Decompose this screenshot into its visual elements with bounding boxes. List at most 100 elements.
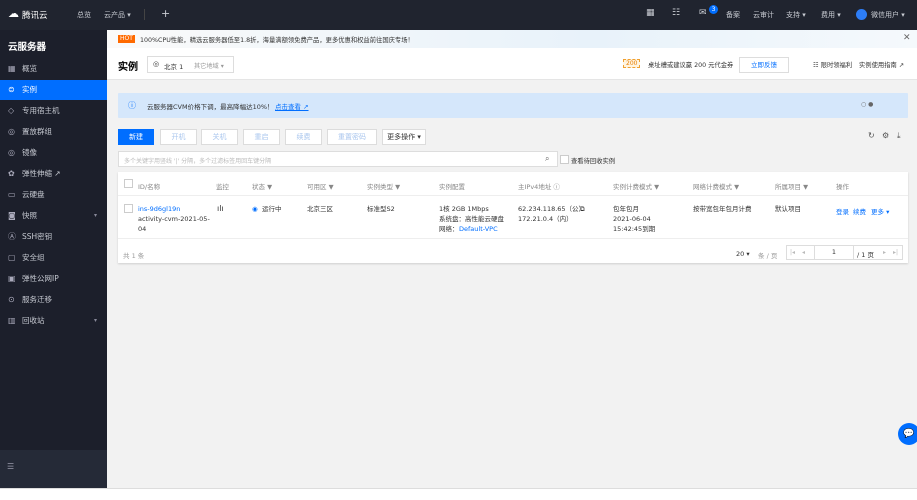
column-header[interactable]: 实例计费模式 ▼ [613, 181, 659, 191]
disk-icon: ▭ [8, 190, 16, 199]
benefit-label: 限时领福利 [820, 62, 853, 69]
search-icon[interactable]: ⌕ [545, 154, 549, 164]
chat-button[interactable]: 💬 [898, 423, 917, 445]
promo-text[interactable]: 100%CPU性能，精选云服务器低至1.8折，海量满额领免费产品，更多优惠和权益… [140, 35, 414, 44]
cloud-logo-icon[interactable]: ☁ [8, 7, 19, 20]
column-header[interactable]: 监控 [216, 181, 229, 191]
sidebar-item[interactable]: ◎ 镜像 [0, 143, 107, 163]
sidebar-item[interactable]: ▥ 回收站 ▾ [0, 311, 107, 331]
per-page-label: 条 / 页 [758, 252, 778, 260]
sidebar-item-label: 专用宿主机 [22, 106, 60, 115]
benefit-link[interactable]: ☷ 限时领福利 [813, 60, 852, 69]
stop-button[interactable]: 关机 [201, 129, 238, 145]
region-current: 北京 1 [164, 63, 184, 71]
logo[interactable]: 腾讯云 [22, 9, 48, 21]
guide-link[interactable]: 实例使用指南 ↗ [859, 60, 904, 69]
avatar[interactable] [856, 9, 867, 20]
nav-billing[interactable]: 费用 ▾ [821, 10, 841, 20]
new-button[interactable]: 新建 [118, 129, 154, 145]
renew-link[interactable]: 续费 [853, 207, 866, 217]
column-header[interactable]: 状态 ▼ [252, 181, 272, 191]
top-nav: ☁ 腾讯云 总览 云产品 ▾ + ▦ ☷ ✉ 3 备案 云审计 支持 ▾ 费用 … [0, 0, 917, 30]
sidebar-item-label: 回收站 [22, 316, 45, 325]
add-button[interactable]: + [161, 7, 170, 20]
sidebar-item[interactable]: ▭ 云硬盘 [0, 185, 107, 205]
select-all-checkbox[interactable] [124, 179, 133, 188]
vpc-link[interactable]: Default-VPC [459, 224, 498, 234]
sidebar-item[interactable]: ◙ 快照 ▾ [0, 206, 107, 226]
search-input[interactable]: 多个关键字用竖线 '|' 分隔，多个过滤标签用回车键分隔 ⌕ [118, 151, 558, 167]
ticket-icon[interactable]: ☷ [672, 8, 680, 18]
sidebar-item[interactable]: ◇ 专用宿主机 [0, 101, 107, 121]
refresh-icon[interactable]: ↻ [868, 131, 875, 140]
page-size-select[interactable]: 20 ▾ [736, 250, 750, 258]
nav-beian[interactable]: 备案 [726, 10, 740, 20]
column-header[interactable]: 主IPv4地址 ⓘ [518, 181, 560, 191]
message-badge: 3 [709, 5, 718, 14]
instance-id[interactable]: ins-9d6gl19n [138, 204, 180, 214]
table-row: ins-9d6gl19n activity-cvm-2021-05-04 ılı… [118, 196, 908, 239]
sidebar-item-label: 置放群组 [22, 127, 52, 136]
feedback-button[interactable]: 立即反馈 [739, 57, 789, 73]
last-page-button[interactable]: ▸| [893, 249, 898, 256]
more-link[interactable]: 更多 ▾ [871, 207, 889, 217]
sidebar-item[interactable]: ⊜ 实例 [0, 80, 107, 100]
start-button[interactable]: 开机 [160, 129, 197, 145]
collapse-sidebar-icon[interactable]: ☰ [7, 462, 14, 471]
carousel-dots[interactable]: ○ ● [861, 101, 873, 108]
sidebar-item[interactable]: ▣ 弹性公网IP [0, 269, 107, 289]
sidebar-item[interactable]: ▢ 安全组 [0, 248, 107, 268]
mail-icon[interactable]: ✉ [699, 8, 707, 18]
gear-icon[interactable]: ⚙ [882, 131, 889, 140]
restart-button[interactable]: 重启 [243, 129, 280, 145]
login-link[interactable]: 登录 [836, 207, 849, 217]
column-header[interactable]: 所属项目 ▼ [775, 181, 808, 191]
column-header[interactable]: ID/名称 [138, 181, 160, 191]
renew-button[interactable]: 续费 [285, 129, 322, 145]
expire-date: 2021-06-04 [613, 215, 651, 223]
coupon-text: 桌址槽或建议赢 200 元代金券 [648, 62, 734, 69]
column-header[interactable]: 实例类型 ▼ [367, 181, 400, 191]
reset-password-button[interactable]: 重置密码 [327, 129, 377, 145]
promo-banner: HOT 100%CPU性能，精选云服务器低至1.8折，海量满额领免费产品，更多优… [107, 30, 917, 48]
expire-time: 15:42:45到期 [613, 225, 656, 233]
close-icon[interactable]: ✕ [903, 33, 911, 43]
chevron-down-icon[interactable]: ▾ [94, 311, 97, 331]
notice-text: 云服务器CVM价格下调，最高降幅达10%！ [147, 103, 274, 111]
nav-support[interactable]: 支持 ▾ [786, 10, 806, 20]
column-header[interactable]: 网络计费模式 ▼ [693, 181, 739, 191]
sidebar-item[interactable]: Ⓐ SSH密钥 [0, 227, 107, 247]
sidebar-item[interactable]: ✿ 弹性伸缩 ↗ [0, 164, 107, 184]
nav-products[interactable]: 云产品 ▾ [104, 10, 131, 20]
copy-icon[interactable]: ⧉ [580, 204, 585, 214]
nav-overview[interactable]: 总览 [77, 10, 91, 20]
region-other: 其它地域 ▾ [194, 63, 224, 70]
column-header[interactable]: 可用区 ▼ [307, 181, 334, 191]
sidebar-item-label: 镜像 [22, 148, 37, 157]
more-actions-button[interactable]: 更多操作 ▾ [382, 129, 426, 145]
monitor-chart-icon[interactable]: ılı [217, 204, 224, 214]
notice-bar: ⓘ 云服务器CVM价格下调，最高降幅达10%！ 点击查看 ↗ ○ ● [118, 93, 908, 118]
apps-icon[interactable]: ▦ [646, 8, 655, 18]
user-menu[interactable]: 微信用户 ▾ [871, 10, 905, 20]
prev-page-button[interactable]: ◂ [802, 249, 805, 256]
sidebar-item[interactable]: ▦ 概览 [0, 59, 107, 79]
sidebar-item[interactable]: ◎ 置放群组 [0, 122, 107, 142]
nav-audit[interactable]: 云审计 [753, 10, 774, 20]
region-selector[interactable]: ◎ 北京 1 其它地域 ▾ [147, 56, 234, 73]
private-ip: 172.21.0.4（内） [518, 215, 573, 223]
first-page-button[interactable]: |◂ [790, 249, 795, 256]
table-header: ID/名称 监控 状态 ▼ 可用区 ▼ 实例类型 ▼ 实例配置 主IPv4地址 ⓘ 实例计费模… [118, 172, 908, 196]
notice-link[interactable]: 点击查看 ↗ [275, 101, 309, 111]
page-input[interactable]: 1 [814, 246, 854, 259]
column-header[interactable]: 实例配置 [439, 181, 465, 191]
sidebar-item[interactable]: ⊙ 服务迁移 [0, 290, 107, 310]
download-icon[interactable]: ⤓ [897, 131, 901, 141]
grid-icon: ▦ [8, 64, 16, 73]
recycle-checkbox[interactable] [560, 155, 569, 164]
chevron-down-icon[interactable]: ▾ [94, 206, 97, 226]
column-header[interactable]: 操作 [836, 181, 849, 191]
row-checkbox[interactable] [124, 204, 133, 213]
sidebar-item-label: 快照 [22, 211, 37, 220]
next-page-button[interactable]: ▸ [883, 249, 886, 256]
